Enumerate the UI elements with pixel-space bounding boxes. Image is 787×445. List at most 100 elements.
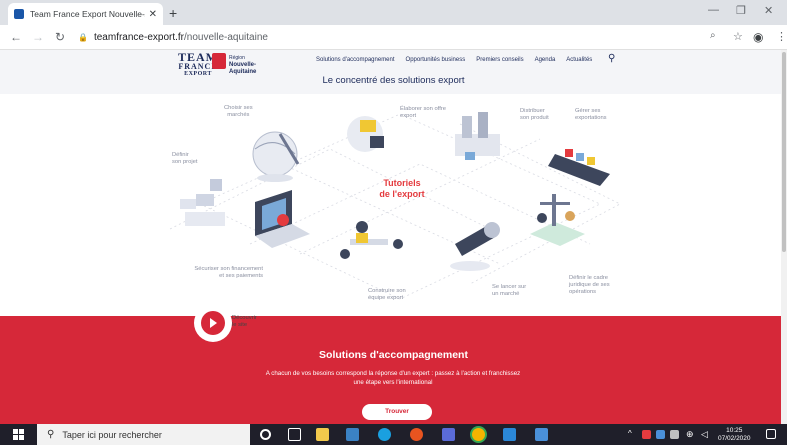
- trouver-button[interactable]: Trouver: [362, 404, 432, 420]
- url-host: teamfrance-export.fr: [93, 31, 185, 43]
- file-explorer-icon[interactable]: [316, 428, 329, 441]
- step-gerer-exportations[interactable]: Gérer ses exportations: [575, 108, 607, 122]
- site-header: TEAM FRANCE EXPORT Région Nouvelle- Aqui…: [0, 50, 787, 94]
- step-label: son projet: [172, 159, 198, 165]
- nav-agenda[interactable]: Agenda: [535, 57, 556, 63]
- step-definir-projet[interactable]: Définir son projet: [172, 152, 197, 166]
- region-line-2: Nouvelle-: [229, 62, 257, 68]
- taskbar-search-input[interactable]: ⚲ Taper ici pour rechercher: [37, 424, 250, 445]
- address-bar[interactable]: 🔒 teamfrance-export.fr /nouvelle-aquitai…: [78, 28, 628, 46]
- step-label: Se lancer sur: [492, 284, 527, 290]
- site-favicon-icon: [14, 9, 24, 19]
- step-label: son produit: [520, 115, 549, 121]
- nav-opportunites[interactable]: Opportunités business: [406, 57, 466, 63]
- tutorials-title-line-1: Tutoriels: [383, 178, 421, 188]
- region-logo-text: Région Nouvelle- Aquitaine: [229, 55, 256, 76]
- tab-title: Team France Export Nouvelle-A: [30, 9, 145, 19]
- step-elaborer-offre[interactable]: Élaborer son offre export: [400, 106, 446, 120]
- network-icon[interactable]: ⊕: [686, 429, 694, 440]
- zoom-icon[interactable]: ⌕: [710, 30, 716, 41]
- clock-time: 10:25: [726, 427, 743, 434]
- tutorials-title-line-2: de l'export: [379, 189, 425, 199]
- globe-icon: [252, 131, 300, 182]
- telescope-icon: [450, 222, 500, 271]
- step-label: Construire son: [368, 288, 406, 294]
- reload-icon[interactable]: ↻: [55, 30, 65, 44]
- cortana-icon[interactable]: [260, 429, 271, 440]
- tutorials-title: Tutoriels de l'export: [352, 178, 452, 200]
- windows-start-icon[interactable]: [13, 429, 25, 441]
- close-tab-icon[interactable]: ✕: [149, 9, 157, 20]
- step-construire-equipe[interactable]: Construire son équipe export: [368, 288, 406, 302]
- skype-icon[interactable]: [378, 428, 391, 441]
- nav-solutions[interactable]: Solutions d'accompagnement: [316, 57, 395, 63]
- back-icon[interactable]: ←: [10, 30, 22, 44]
- clock-date: 07/02/2020: [718, 435, 751, 442]
- step-securiser-financement[interactable]: Sécuriser son financement et ses paiemen…: [178, 266, 263, 280]
- main-nav: Solutions d'accompagnement Opportunités …: [316, 57, 592, 63]
- step-label: Gérer ses: [575, 108, 601, 114]
- step-label: export: [400, 113, 417, 119]
- task-view-icon[interactable]: [288, 428, 301, 441]
- outlook-icon[interactable]: [503, 428, 516, 441]
- windows-taskbar: ⚲ Taper ici pour rechercher ^ ⊕ ◁ 10:25 …: [0, 424, 787, 445]
- step-label: Distribuer: [520, 108, 545, 114]
- maximize-icon[interactable]: ❐: [736, 4, 746, 17]
- discover-video-button[interactable]: [196, 306, 230, 340]
- step-label: Définir le cadre: [569, 275, 608, 281]
- new-tab-icon[interactable]: +: [169, 5, 177, 21]
- laptop-icon: [255, 190, 310, 248]
- step-choisir-marches[interactable]: Choisir ses marchés: [224, 105, 253, 119]
- page-scrollbar[interactable]: [781, 50, 787, 424]
- app-icon-blue[interactable]: [535, 428, 548, 441]
- browser-tab[interactable]: Team France Export Nouvelle-A ✕: [8, 3, 163, 25]
- profile-icon[interactable]: ◉: [753, 30, 763, 44]
- export-tutorials-map: Définir son projet Choisir ses marchés É…: [0, 94, 787, 316]
- nav-actualites[interactable]: Actualités: [566, 57, 592, 63]
- tray-app-icon[interactable]: [656, 430, 665, 439]
- battery-icon[interactable]: [670, 430, 679, 439]
- step-label: Élaborer son offre: [400, 106, 446, 112]
- search-icon[interactable]: ⚲: [608, 53, 615, 64]
- step-label: exportations: [575, 115, 607, 121]
- region-logo-icon: [212, 53, 226, 69]
- notifications-icon[interactable]: [766, 429, 776, 439]
- app-icon-purple[interactable]: [442, 428, 455, 441]
- tray-app-icon[interactable]: [642, 430, 651, 439]
- team-icon: [340, 221, 403, 259]
- scrollbar-thumb[interactable]: [782, 52, 786, 252]
- close-window-icon[interactable]: ✕: [764, 4, 773, 17]
- forward-icon[interactable]: →: [32, 30, 44, 44]
- url-path: /nouvelle-aquitaine: [184, 31, 268, 43]
- bookmark-star-icon[interactable]: ☆: [733, 30, 743, 43]
- mail-icon[interactable]: [346, 428, 359, 441]
- system-clock[interactable]: 10:25 07/02/2020: [718, 427, 751, 443]
- tray-chevron-icon[interactable]: ^: [628, 429, 632, 438]
- app-icon-orange[interactable]: [410, 428, 423, 441]
- step-distribuer-produit[interactable]: Distribuer son produit: [520, 108, 549, 122]
- minimize-icon[interactable]: —: [708, 4, 719, 16]
- step-label: Sécuriser son financement: [194, 266, 263, 272]
- step-cadre-juridique[interactable]: Définir le cadre juridique de ses opérat…: [569, 275, 610, 296]
- step-label: Définir: [172, 152, 189, 158]
- browser-tab-strip: Team France Export Nouvelle-A ✕ + — ❐ ✕: [0, 0, 787, 25]
- step-label: juridique de ses: [569, 282, 610, 288]
- taskbar-search-placeholder: Taper ici pour rechercher: [62, 429, 162, 440]
- step-label: marchés: [227, 112, 250, 118]
- step-label: équipe export: [368, 295, 404, 301]
- nav-premiers-conseils[interactable]: Premiers conseils: [476, 57, 523, 63]
- offer-icon: [347, 116, 384, 152]
- solutions-desc-line-1: A chacun de vos besoins correspond la ré…: [265, 370, 521, 377]
- volume-icon[interactable]: ◁: [701, 429, 708, 440]
- ship-icon: [548, 149, 610, 186]
- packages-icon: [180, 179, 225, 226]
- menu-dots-icon[interactable]: ⋮: [776, 30, 787, 43]
- discover-label[interactable]: Découvrir le site: [232, 315, 257, 329]
- solutions-description: A chacun de vos besoins correspond la ré…: [243, 369, 543, 387]
- step-label: Choisir ses: [224, 105, 253, 111]
- tutorials-illustration: [169, 112, 621, 300]
- step-label: et ses paiements: [219, 273, 263, 279]
- chrome-icon[interactable]: [472, 428, 485, 441]
- discover-line-2: le site: [232, 322, 248, 328]
- step-lancer-marche[interactable]: Se lancer sur un marché: [492, 284, 526, 298]
